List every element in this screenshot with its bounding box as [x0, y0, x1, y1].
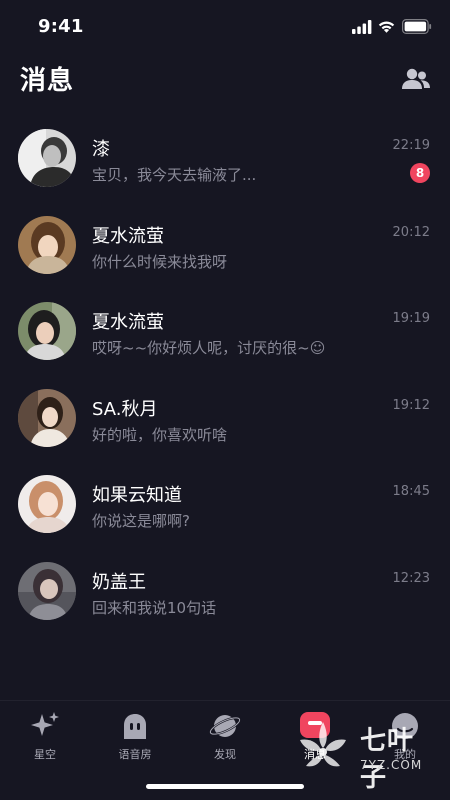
home-indicator: [146, 784, 304, 789]
watermark: 七叶子 7YZ.COM: [290, 716, 440, 793]
avatar[interactable]: [18, 129, 76, 187]
avatar-image: [18, 388, 76, 447]
conversation-list: 漆 宝贝，我今天去输液了... 22:19 8 夏水流萤 你什么时候来找我呀 2…: [0, 116, 450, 636]
wifi-icon: [378, 21, 395, 33]
tab-label: 语音房: [118, 748, 152, 761]
watermark-title: 七叶子: [360, 726, 415, 793]
avatar-image: [18, 215, 76, 274]
tab-xingkong[interactable]: 星空: [0, 709, 90, 769]
conversation-item[interactable]: SA.秋月 好的啦，你喜欢听啥 19:12: [0, 376, 450, 463]
avatar[interactable]: [18, 475, 76, 534]
unread-badge: 8: [410, 163, 430, 183]
conversation-time: 19:19: [392, 311, 430, 327]
conversation-name: 如果云知道: [92, 485, 182, 507]
page-title: 消息: [20, 66, 75, 96]
conversation-time: 22:19: [392, 138, 430, 153]
avatar[interactable]: [18, 215, 76, 274]
conversation-item[interactable]: 如果云知道 你说这是哪啊? 18:45: [0, 462, 450, 549]
avatar-image: [18, 561, 76, 620]
conversation-preview: 哎呀~~你好烦人呢，讨厌的很~☺: [92, 339, 326, 358]
conversation-preview: 好的啦，你喜欢听啥: [92, 425, 228, 444]
conversation-time: 12:23: [392, 570, 430, 586]
signal-icon: [352, 20, 372, 34]
conversation-time: 18:45: [392, 484, 430, 500]
leaf-logo-icon: [300, 722, 346, 767]
planet-icon: [208, 709, 242, 743]
header: 消息: [0, 54, 450, 110]
contacts-button[interactable]: [398, 64, 434, 94]
conversation-item[interactable]: 奶盖王 回来和我说10句话 12:23: [0, 549, 450, 636]
contacts-icon: [402, 68, 430, 89]
conversation-item[interactable]: 漆 宝贝，我今天去输液了... 22:19 8: [0, 116, 450, 203]
tab-label: 发现: [214, 748, 236, 761]
conversation-preview: 宝贝，我今天去输液了...: [92, 166, 257, 184]
avatar-image: [18, 129, 76, 187]
conversation-preview: 你说这是哪啊?: [92, 512, 190, 531]
avatar-image: [18, 302, 76, 361]
conversation-item[interactable]: 夏水流萤 你什么时候来找我呀 20:12: [0, 203, 450, 290]
conversation-name: 夏水流萤: [92, 312, 164, 334]
avatar[interactable]: [18, 388, 76, 447]
avatar[interactable]: [18, 561, 76, 620]
voice-room-icon: [118, 709, 152, 743]
conversation-time: 20:12: [392, 224, 430, 240]
avatar-image: [18, 475, 76, 534]
conversation-preview: 回来和我说10句话: [92, 598, 217, 617]
avatar[interactable]: [18, 302, 76, 361]
tab-voice-room[interactable]: 语音房: [90, 709, 180, 769]
conversation-time: 19:12: [392, 397, 430, 413]
conversation-name: 漆: [92, 139, 110, 160]
conversation-name: 夏水流萤: [92, 225, 164, 247]
status-time: 9:41: [38, 16, 84, 37]
conversation-preview: 你什么时候来找我呀: [92, 252, 228, 271]
tab-discover[interactable]: 发现: [180, 709, 270, 769]
conversation-name: 奶盖王: [92, 571, 146, 593]
messages-screen: 9:41 消息 漆 宝贝，我今天去输液了... 22:19 8 夏水流萤 你什么…: [0, 0, 450, 800]
watermark-url: 7YZ.COM: [360, 758, 423, 772]
tab-label: 星空: [34, 748, 56, 761]
conversation-name: SA.秋月: [92, 398, 158, 420]
conversation-item[interactable]: 夏水流萤 哎呀~~你好烦人呢，讨厌的很~☺ 19:19: [0, 289, 450, 376]
status-bar: 9:41: [0, 0, 450, 54]
battery-icon: [402, 19, 432, 34]
sparkle-icon: [28, 709, 62, 743]
